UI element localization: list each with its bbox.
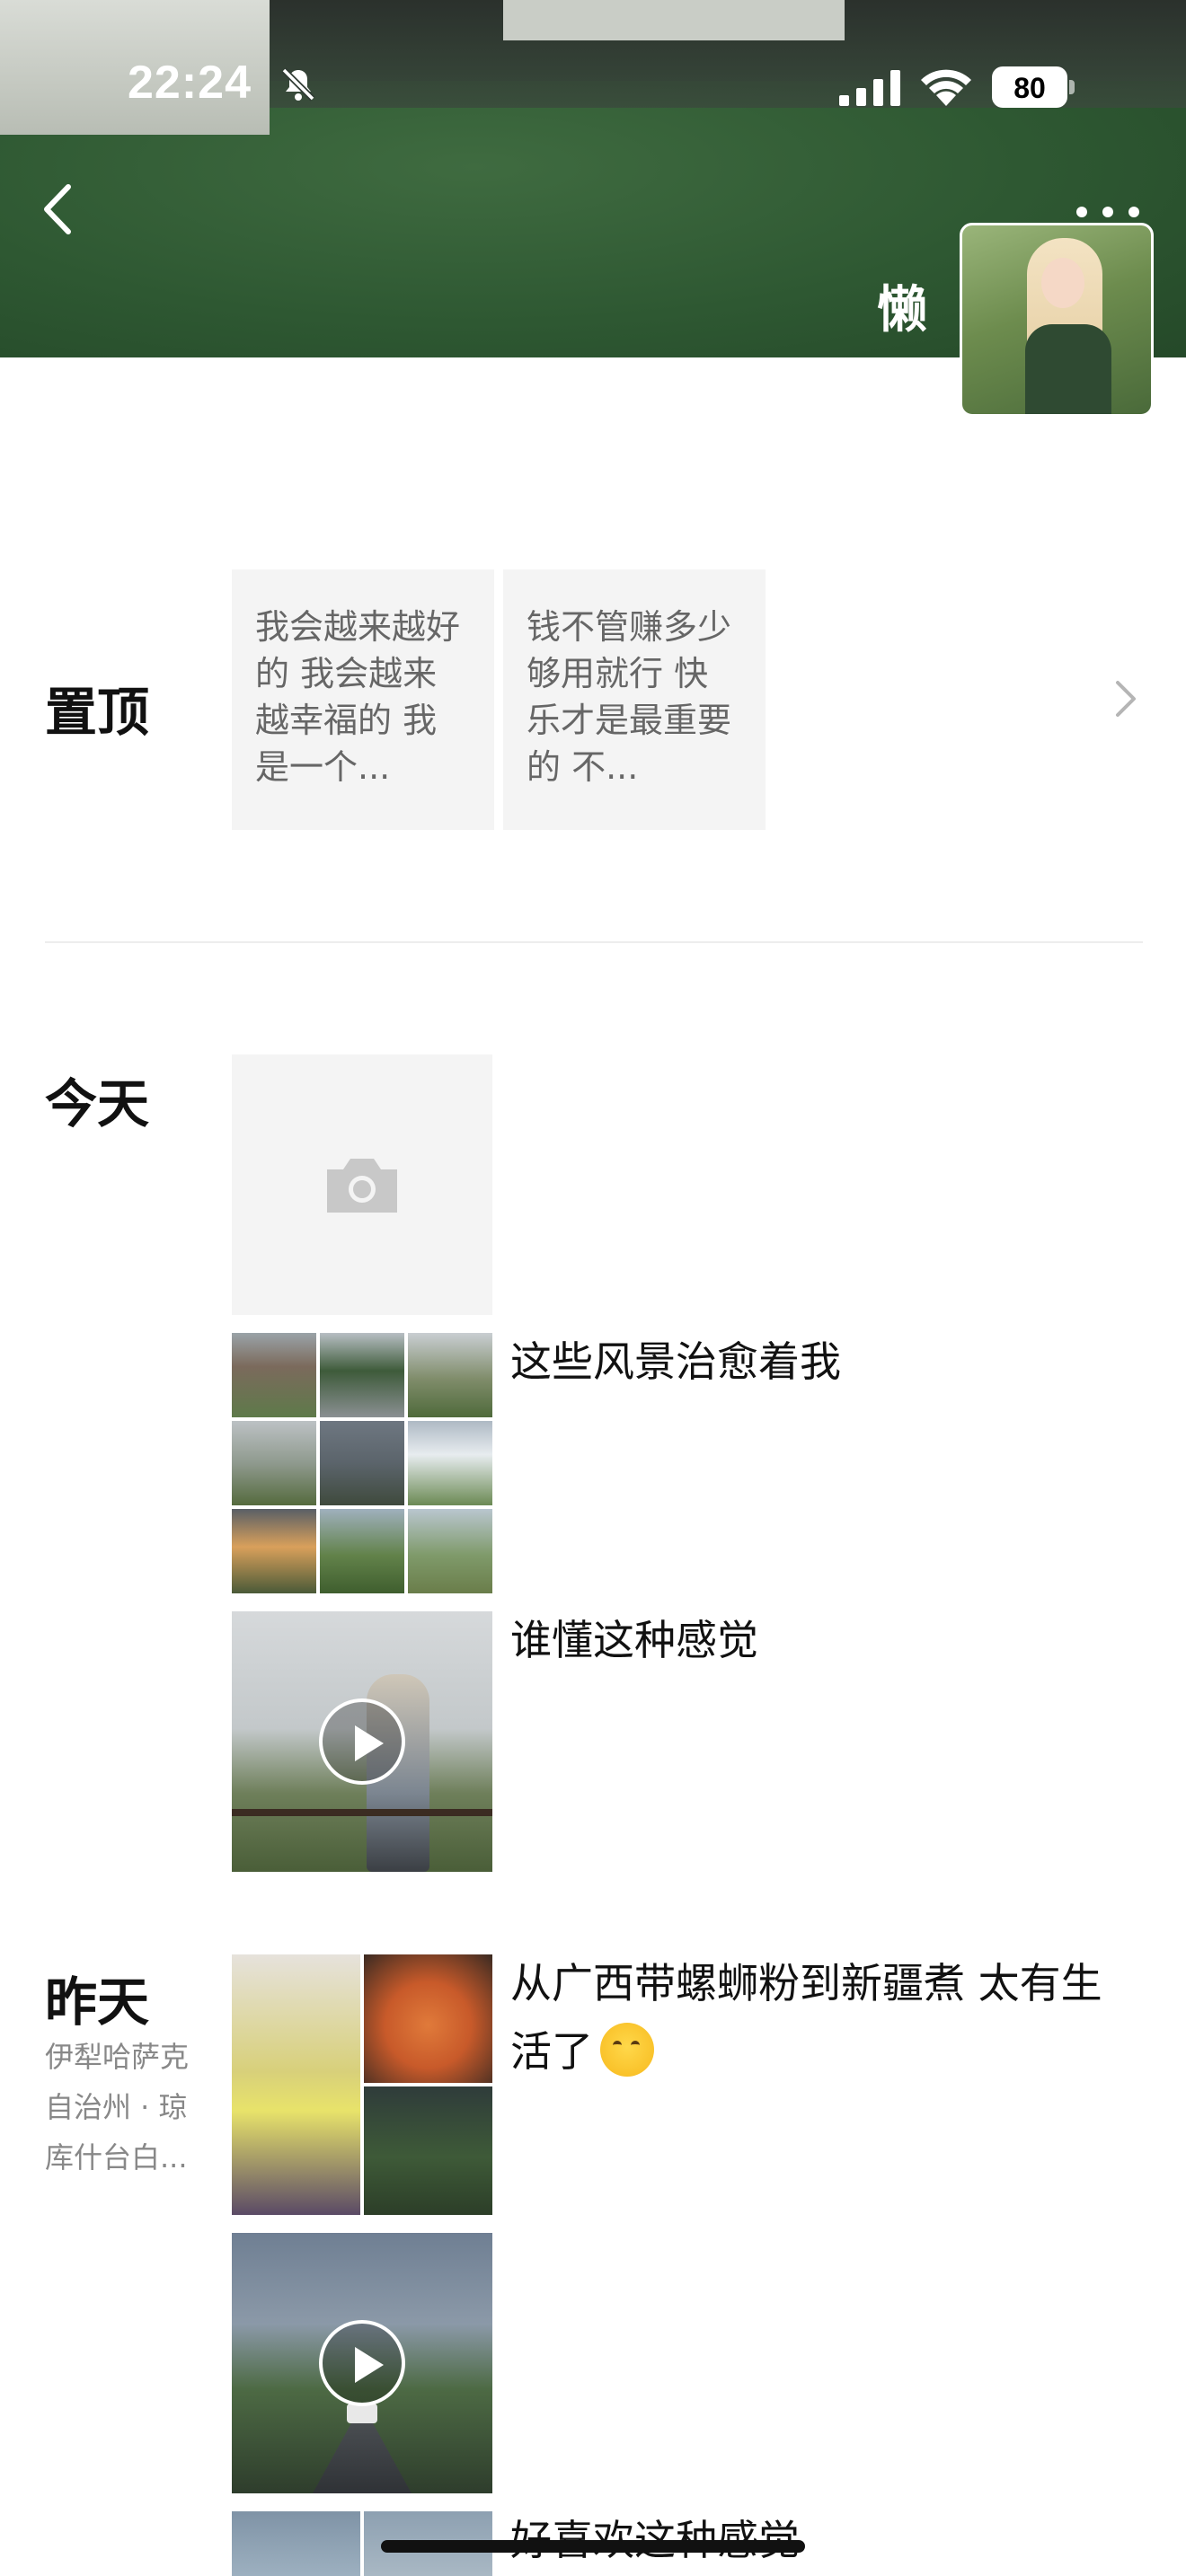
today-label: 今天 — [45, 1073, 150, 1134]
bell-slash-icon — [281, 67, 315, 101]
cellular-signal-icon — [839, 70, 900, 106]
play-icon[interactable] — [319, 2320, 405, 2406]
video-car — [347, 2404, 377, 2423]
status-time: 22:24 — [128, 57, 252, 109]
photo-thumb[interactable] — [320, 1421, 404, 1505]
photo-thumb[interactable] — [408, 1421, 492, 1505]
camera-icon — [327, 1159, 397, 1213]
avatar[interactable] — [960, 223, 1154, 417]
new-post-camera-tile[interactable] — [232, 1054, 492, 1315]
post-caption[interactable]: 从广西带螺蛳粉到新疆煮 太有生活了 — [510, 1949, 1121, 2086]
photo-thumb[interactable] — [232, 1954, 360, 2215]
photo-thumb[interactable] — [232, 1333, 316, 1417]
section-divider — [45, 941, 1143, 943]
avatar-dress — [1025, 324, 1111, 414]
chevron-right-icon[interactable] — [1112, 677, 1139, 720]
battery-percent: 80 — [1013, 72, 1046, 104]
more-dots-icon[interactable] — [1075, 201, 1141, 223]
photo-thumb[interactable] — [232, 1509, 316, 1593]
pinned-label: 置顶 — [45, 682, 150, 743]
avatar-face — [1041, 258, 1084, 308]
pinned-card[interactable]: 钱不管赚多少 够用就行 快乐才是最重要的 不... — [503, 569, 766, 830]
yesterday-label: 昨天 — [45, 1972, 150, 2033]
photo-thumb[interactable] — [364, 2086, 492, 2215]
battery-icon: 80 — [992, 66, 1075, 108]
photo-grid-4[interactable] — [232, 1954, 492, 2215]
post-location[interactable]: 伊犁哈萨克自治州 · 琼库什台白... — [45, 2032, 216, 2183]
pinned-card-text: 钱不管赚多少 够用就行 快乐才是最重要的 不... — [527, 607, 732, 787]
pinned-card-text: 我会越来越好的 我会越来越幸福的 我是一个... — [255, 607, 461, 787]
profile-nickname: 懒 — [877, 281, 927, 340]
video-thumb[interactable] — [232, 2233, 492, 2493]
post-caption[interactable]: 这些风景治愈着我 — [510, 1328, 1121, 1396]
status-bar: 22:24 80 — [0, 0, 1186, 171]
photo-thumb[interactable] — [364, 1954, 492, 2083]
battery-nub — [1069, 80, 1075, 94]
video-road — [313, 2422, 412, 2493]
video-thumb[interactable] — [232, 1611, 492, 1872]
photo-grid-9[interactable] — [232, 1333, 492, 1593]
wifi-icon — [921, 69, 971, 106]
home-indicator[interactable] — [381, 2540, 805, 2553]
photo-thumb[interactable] — [408, 1333, 492, 1417]
chevron-left-icon[interactable] — [36, 180, 83, 239]
photo-thumb[interactable] — [408, 1509, 492, 1593]
post-caption-text: 从广西带螺蛳粉到新疆煮 太有生活了 — [510, 1959, 1102, 2076]
pinned-card[interactable]: 我会越来越好的 我会越来越幸福的 我是一个... — [232, 569, 494, 830]
photo-thumb[interactable] — [232, 2511, 360, 2576]
drooling-face-emoji — [600, 2023, 654, 2077]
photo-thumb[interactable] — [320, 1333, 404, 1417]
play-icon[interactable] — [319, 1698, 405, 1785]
photo-thumb[interactable] — [232, 1421, 316, 1505]
video-railing — [232, 1809, 492, 1816]
photo-thumb[interactable] — [320, 1509, 404, 1593]
post-caption[interactable]: 谁懂这种感觉 — [510, 1606, 1121, 1674]
